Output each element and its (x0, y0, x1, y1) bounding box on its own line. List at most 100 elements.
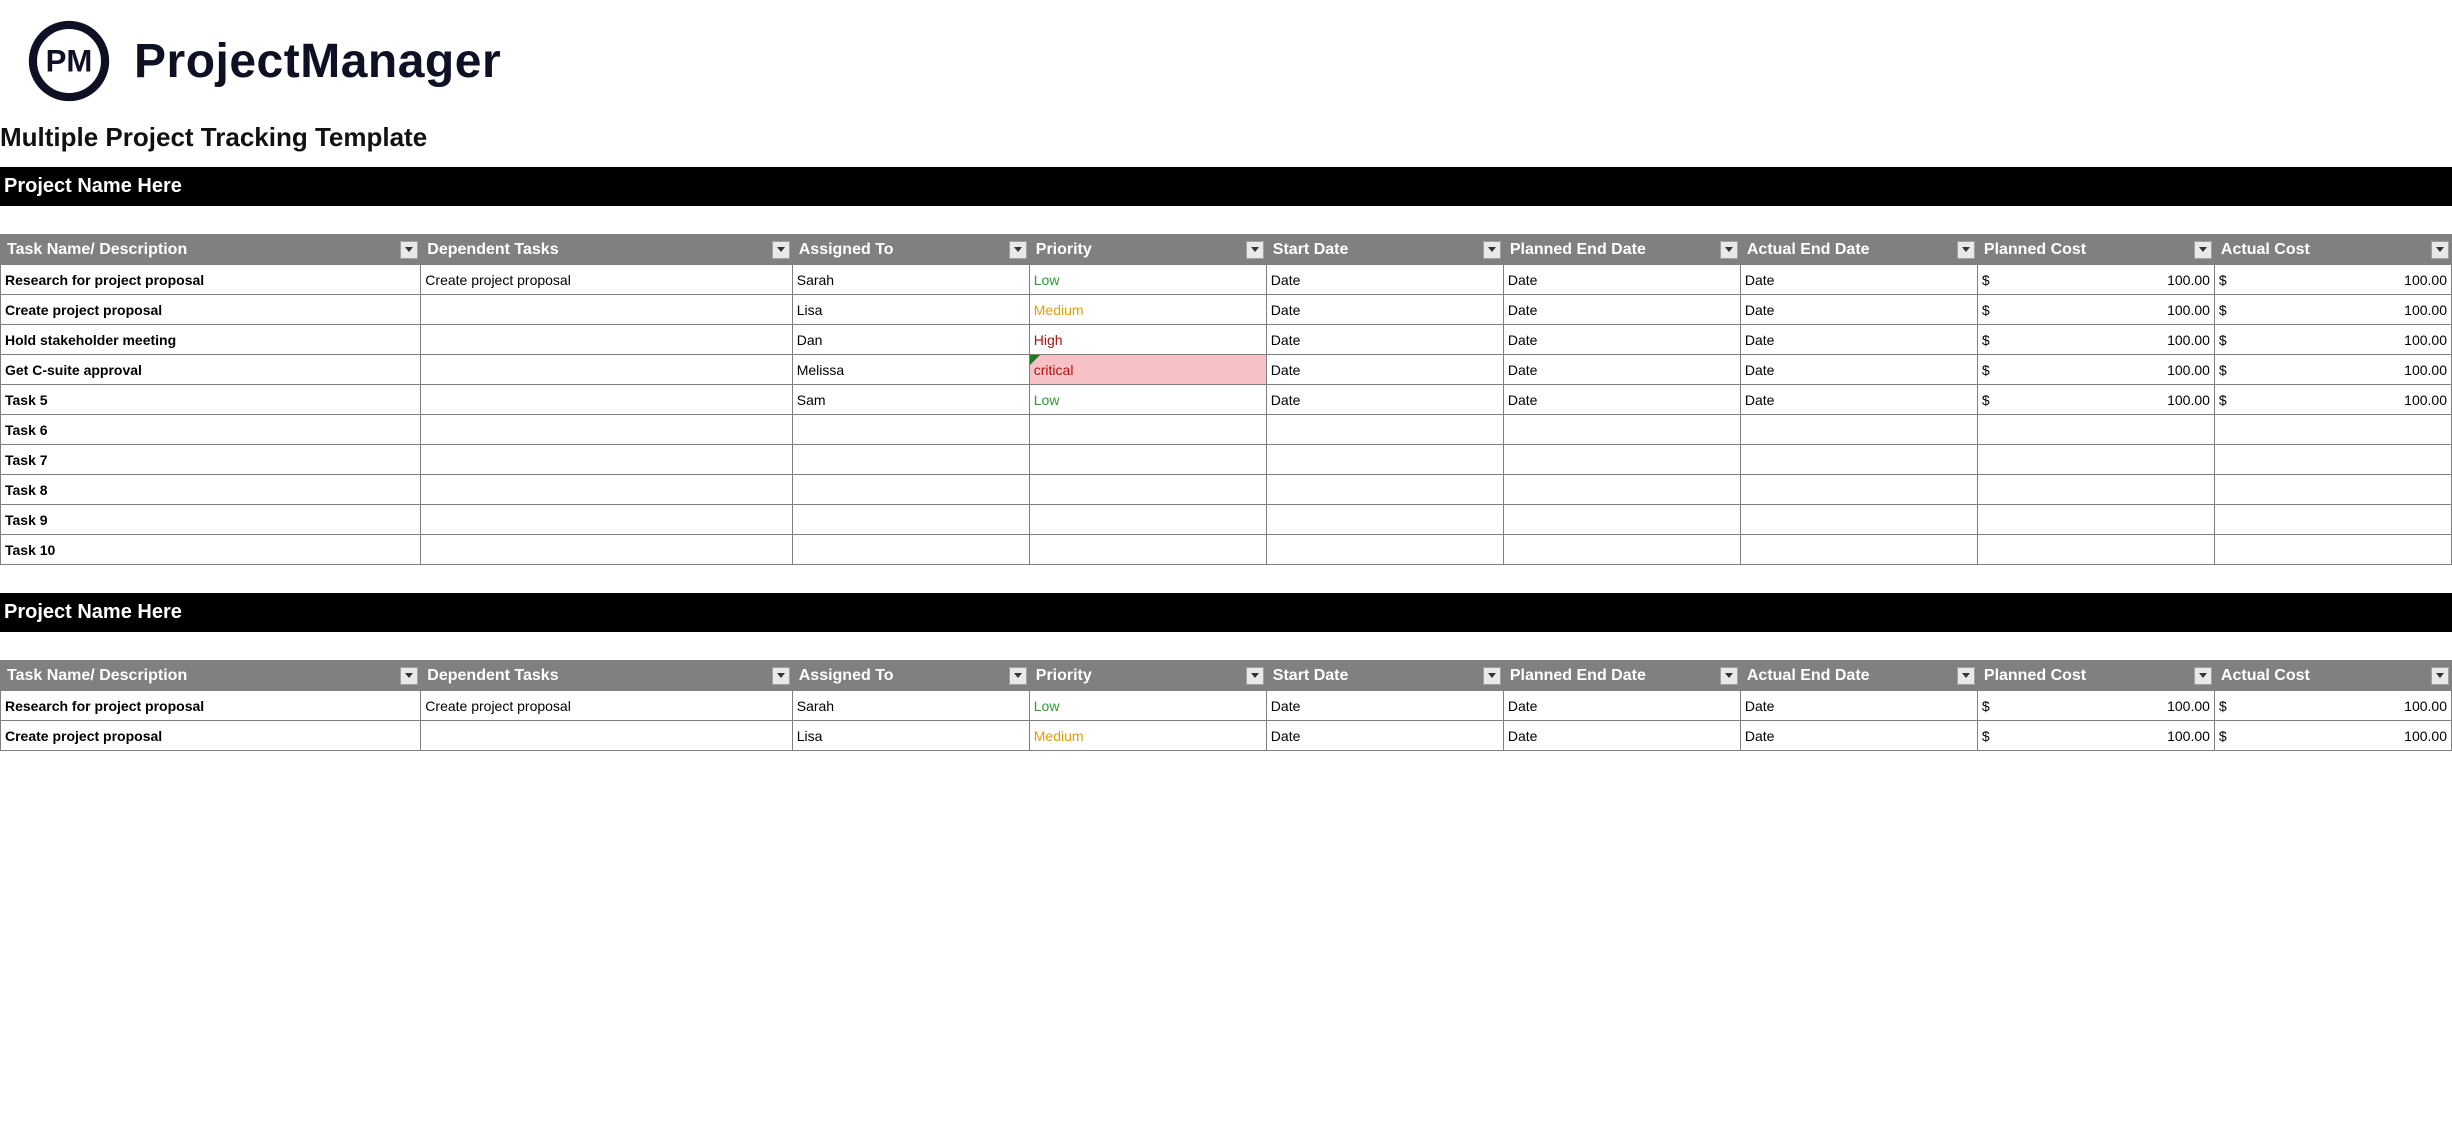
cell-task-name[interactable]: Task 7 (1, 445, 421, 475)
cell-dependent[interactable] (421, 415, 792, 445)
cell-assigned[interactable] (792, 415, 1029, 445)
cell-actual-end[interactable]: Date (1740, 721, 1977, 751)
cell-planned-cost[interactable] (1977, 475, 2214, 505)
filter-dropdown-icon[interactable] (1720, 667, 1738, 685)
cell-start[interactable] (1266, 445, 1503, 475)
cell-actual-end[interactable] (1740, 445, 1977, 475)
cell-planned-end[interactable] (1503, 535, 1740, 565)
cell-planned-cost[interactable]: $100.00 (1977, 355, 2214, 385)
cell-actual-cost[interactable] (2214, 475, 2451, 505)
filter-dropdown-icon[interactable] (400, 667, 418, 685)
cell-dependent[interactable] (421, 295, 792, 325)
filter-dropdown-icon[interactable] (1720, 241, 1738, 259)
cell-task-name[interactable]: Task 5 (1, 385, 421, 415)
cell-actual-cost[interactable] (2214, 535, 2451, 565)
cell-assigned[interactable] (792, 475, 1029, 505)
cell-assigned[interactable]: Sarah (792, 691, 1029, 721)
cell-planned-cost[interactable]: $100.00 (1977, 721, 2214, 751)
filter-dropdown-icon[interactable] (2194, 241, 2212, 259)
cell-task-name[interactable]: Hold stakeholder meeting (1, 325, 421, 355)
cell-actual-end[interactable] (1740, 415, 1977, 445)
filter-dropdown-icon[interactable] (1009, 667, 1027, 685)
cell-task-name[interactable]: Research for project proposal (1, 265, 421, 295)
cell-planned-end[interactable]: Date (1503, 325, 1740, 355)
cell-actual-end[interactable]: Date (1740, 295, 1977, 325)
cell-actual-cost[interactable]: $100.00 (2214, 265, 2451, 295)
cell-start[interactable] (1266, 475, 1503, 505)
filter-dropdown-icon[interactable] (400, 241, 418, 259)
cell-start[interactable] (1266, 415, 1503, 445)
cell-dependent[interactable] (421, 721, 792, 751)
cell-actual-cost[interactable]: $100.00 (2214, 325, 2451, 355)
cell-planned-end[interactable] (1503, 475, 1740, 505)
cell-actual-end[interactable]: Date (1740, 691, 1977, 721)
cell-dependent[interactable] (421, 385, 792, 415)
cell-dependent[interactable] (421, 355, 792, 385)
cell-planned-end[interactable]: Date (1503, 385, 1740, 415)
cell-priority[interactable] (1029, 445, 1266, 475)
cell-dependent[interactable] (421, 445, 792, 475)
cell-actual-cost[interactable]: $100.00 (2214, 691, 2451, 721)
cell-actual-end[interactable]: Date (1740, 385, 1977, 415)
cell-dependent[interactable] (421, 505, 792, 535)
cell-actual-cost[interactable]: $100.00 (2214, 385, 2451, 415)
filter-dropdown-icon[interactable] (2431, 241, 2449, 259)
filter-dropdown-icon[interactable] (772, 667, 790, 685)
cell-priority[interactable]: Low (1029, 265, 1266, 295)
filter-dropdown-icon[interactable] (772, 241, 790, 259)
cell-task-name[interactable]: Research for project proposal (1, 691, 421, 721)
cell-planned-end[interactable]: Date (1503, 691, 1740, 721)
cell-planned-cost[interactable]: $100.00 (1977, 295, 2214, 325)
cell-actual-end[interactable] (1740, 535, 1977, 565)
cell-assigned[interactable] (792, 505, 1029, 535)
cell-actual-end[interactable]: Date (1740, 355, 1977, 385)
cell-planned-end[interactable]: Date (1503, 355, 1740, 385)
filter-dropdown-icon[interactable] (1009, 241, 1027, 259)
cell-assigned[interactable]: Melissa (792, 355, 1029, 385)
cell-start[interactable]: Date (1266, 385, 1503, 415)
cell-priority[interactable]: Medium (1029, 721, 1266, 751)
cell-assigned[interactable]: Sam (792, 385, 1029, 415)
cell-priority[interactable]: Low (1029, 691, 1266, 721)
filter-dropdown-icon[interactable] (1246, 241, 1264, 259)
cell-planned-end[interactable] (1503, 445, 1740, 475)
cell-planned-cost[interactable]: $100.00 (1977, 691, 2214, 721)
cell-actual-cost[interactable]: $100.00 (2214, 295, 2451, 325)
cell-task-name[interactable]: Task 8 (1, 475, 421, 505)
cell-planned-cost[interactable]: $100.00 (1977, 385, 2214, 415)
cell-start[interactable]: Date (1266, 355, 1503, 385)
cell-start[interactable]: Date (1266, 265, 1503, 295)
cell-planned-cost[interactable] (1977, 415, 2214, 445)
cell-actual-end[interactable] (1740, 505, 1977, 535)
cell-start[interactable]: Date (1266, 325, 1503, 355)
cell-planned-cost[interactable]: $100.00 (1977, 265, 2214, 295)
cell-actual-cost[interactable] (2214, 505, 2451, 535)
cell-assigned[interactable]: Dan (792, 325, 1029, 355)
cell-assigned[interactable]: Lisa (792, 295, 1029, 325)
cell-start[interactable]: Date (1266, 721, 1503, 751)
cell-dependent[interactable]: Create project proposal (421, 691, 792, 721)
cell-assigned[interactable]: Lisa (792, 721, 1029, 751)
cell-task-name[interactable]: Task 6 (1, 415, 421, 445)
filter-dropdown-icon[interactable] (1957, 667, 1975, 685)
cell-actual-end[interactable] (1740, 475, 1977, 505)
filter-dropdown-icon[interactable] (1246, 667, 1264, 685)
cell-priority[interactable] (1029, 535, 1266, 565)
cell-task-name[interactable]: Get C-suite approval (1, 355, 421, 385)
cell-actual-cost[interactable]: $100.00 (2214, 721, 2451, 751)
cell-priority[interactable]: Low (1029, 385, 1266, 415)
cell-priority[interactable]: High (1029, 325, 1266, 355)
cell-planned-cost[interactable] (1977, 535, 2214, 565)
cell-dependent[interactable] (421, 475, 792, 505)
filter-dropdown-icon[interactable] (1483, 241, 1501, 259)
cell-start[interactable] (1266, 505, 1503, 535)
filter-dropdown-icon[interactable] (2194, 667, 2212, 685)
filter-dropdown-icon[interactable] (1483, 667, 1501, 685)
cell-actual-cost[interactable]: $100.00 (2214, 355, 2451, 385)
cell-priority[interactable] (1029, 415, 1266, 445)
cell-actual-cost[interactable] (2214, 445, 2451, 475)
filter-dropdown-icon[interactable] (2431, 667, 2449, 685)
cell-assigned[interactable] (792, 535, 1029, 565)
cell-priority[interactable]: Medium (1029, 295, 1266, 325)
cell-dependent[interactable]: Create project proposal (421, 265, 792, 295)
